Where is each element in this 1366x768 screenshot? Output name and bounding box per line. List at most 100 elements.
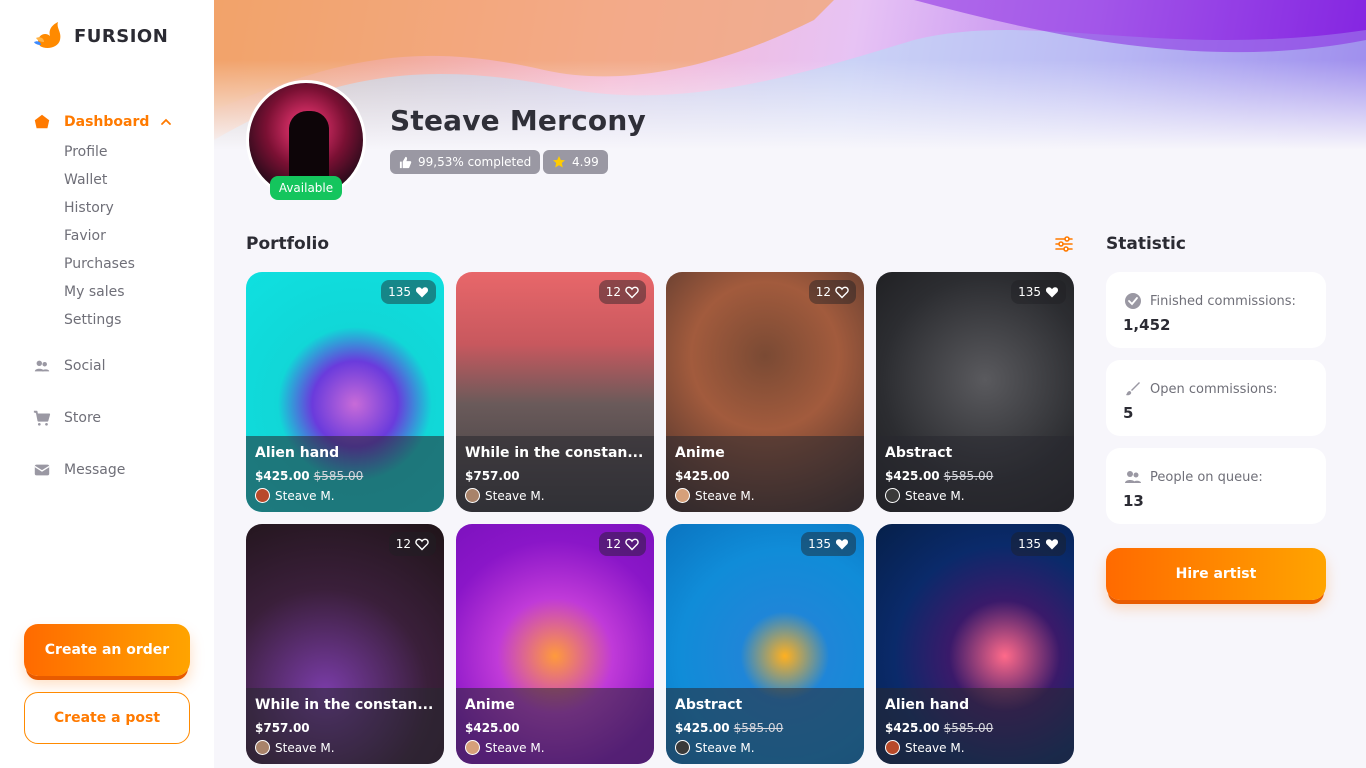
brand-name: FURSION	[74, 25, 169, 47]
sidebar-nav: Dashboard Profile Wallet History Favior …	[32, 110, 202, 482]
mail-icon	[32, 460, 52, 480]
portfolio-card[interactable]: 12 Anime $425.00 Steave M.	[456, 524, 654, 764]
card-price: $425.00	[885, 721, 940, 735]
sidebar-item-label: Store	[64, 410, 102, 426]
create-order-button[interactable]: Create an order	[24, 624, 190, 676]
like-badge[interactable]: 135	[1011, 532, 1066, 556]
sidebar-item-history[interactable]: History	[64, 194, 202, 222]
sidebar-item-wallet[interactable]: Wallet	[64, 166, 202, 194]
card-author[interactable]: Steave M.	[675, 740, 755, 755]
sidebar-item-purchases[interactable]: Purchases	[64, 250, 202, 278]
like-count: 135	[1018, 285, 1041, 299]
stat-value: 1,452	[1123, 316, 1171, 334]
filter-sliders-icon[interactable]	[1054, 234, 1074, 254]
like-badge[interactable]: 12	[598, 280, 646, 304]
logo[interactable]: FURSION	[32, 20, 168, 52]
like-badge[interactable]: 135	[801, 532, 856, 556]
statistic-title: Statistic	[1106, 234, 1186, 254]
stat-label: People on queue:	[1150, 470, 1263, 485]
card-price: $425.00	[885, 469, 940, 483]
sidebar-item-message[interactable]: Message	[32, 458, 202, 482]
card-author[interactable]: Steave M.	[885, 740, 965, 755]
card-price-row: $757.00	[465, 469, 520, 483]
stat-label: Open commissions:	[1150, 382, 1278, 397]
sidebar-item-settings[interactable]: Settings	[64, 306, 202, 334]
card-old-price: $585.00	[313, 469, 364, 483]
portfolio-card[interactable]: 135 Alien hand $425.00 $585.00 Steave M.	[246, 272, 444, 512]
sidebar: FURSION Dashboard Profile Wallet History…	[0, 0, 214, 768]
card-price: $757.00	[465, 469, 520, 483]
portfolio-card[interactable]: 135 Alien hand $425.00 $585.00 Steave M.	[876, 524, 1074, 764]
card-price: $425.00	[465, 721, 520, 735]
card-old-price: $585.00	[943, 721, 994, 735]
heart-icon[interactable]	[625, 537, 639, 551]
phoenix-logo-icon	[34, 22, 61, 48]
like-count: 135	[1018, 537, 1041, 551]
heart-icon[interactable]	[835, 537, 849, 551]
card-author[interactable]: Steave M.	[255, 740, 335, 755]
sidebar-item-store[interactable]: Store	[32, 406, 202, 430]
sidebar-item-social[interactable]: Social	[32, 354, 202, 378]
create-post-button[interactable]: Create a post	[24, 692, 190, 744]
card-price: $425.00	[675, 721, 730, 735]
sidebar-item-profile[interactable]: Profile	[64, 138, 202, 166]
stat-card-open: Open commissions: 5	[1106, 360, 1326, 436]
portfolio-card[interactable]: 135 Abstract $425.00 $585.00 Steave M.	[876, 272, 1074, 512]
status-badge: Available	[270, 176, 342, 200]
card-title: While in the constan...	[465, 445, 644, 461]
author-name: Steave M.	[485, 488, 545, 503]
hire-artist-button[interactable]: Hire artist	[1106, 548, 1326, 600]
heart-icon[interactable]	[1045, 537, 1059, 551]
like-count: 135	[388, 285, 411, 299]
card-title: Anime	[465, 697, 515, 713]
card-author[interactable]: Steave M.	[255, 488, 335, 503]
card-title: Abstract	[885, 445, 953, 461]
people-icon	[32, 356, 52, 376]
author-avatar	[255, 488, 270, 503]
card-title: Abstract	[675, 697, 743, 713]
like-badge[interactable]: 135	[1011, 280, 1066, 304]
card-author[interactable]: Steave M.	[885, 488, 965, 503]
sidebar-item-my-sales[interactable]: My sales	[64, 278, 202, 306]
heart-icon[interactable]	[415, 537, 429, 551]
card-price-row: $425.00 $585.00	[255, 469, 363, 483]
card-price-row: $757.00	[255, 721, 310, 735]
stat-card-finished: Finished commissions: 1,452	[1106, 272, 1326, 348]
author-avatar	[255, 740, 270, 755]
author-avatar	[675, 740, 690, 755]
cart-icon	[32, 408, 52, 428]
author-name: Steave M.	[695, 488, 755, 503]
card-author[interactable]: Steave M.	[465, 488, 545, 503]
portfolio-card[interactable]: 12 Anime $425.00 Steave M.	[666, 272, 864, 512]
sidebar-item-dashboard[interactable]: Dashboard	[32, 110, 202, 134]
portfolio-card[interactable]: 12 While in the constan... $757.00 Steave M…	[246, 524, 444, 764]
card-price: $757.00	[255, 721, 310, 735]
like-count: 12	[605, 285, 621, 299]
author-avatar	[885, 740, 900, 755]
portfolio-card[interactable]: 135 Abstract $425.00 $585.00 Steave M.	[666, 524, 864, 764]
chevron-up-icon[interactable]	[159, 115, 173, 129]
like-count: 12	[605, 537, 621, 551]
card-author[interactable]: Steave M.	[465, 740, 545, 755]
brush-icon	[1126, 382, 1140, 396]
heart-icon[interactable]	[625, 285, 639, 299]
like-badge[interactable]: 12	[598, 532, 646, 556]
heart-icon[interactable]	[835, 285, 849, 299]
card-author[interactable]: Steave M.	[675, 488, 755, 503]
like-badge[interactable]: 135	[381, 280, 436, 304]
check-circle-icon	[1125, 293, 1141, 309]
star-icon	[553, 156, 565, 168]
card-title: Alien hand	[885, 697, 970, 713]
stat-label: Finished commissions:	[1150, 294, 1296, 309]
completion-text: 99,53% completed	[418, 155, 532, 169]
banner-fade	[214, 60, 1366, 150]
portfolio-card[interactable]: 12 While in the constan... $757.00 Steave M…	[456, 272, 654, 512]
sidebar-item-favior[interactable]: Favior	[64, 222, 202, 250]
heart-icon[interactable]	[415, 285, 429, 299]
like-count: 12	[815, 285, 831, 299]
card-price: $425.00	[255, 469, 310, 483]
like-badge[interactable]: 12	[808, 280, 856, 304]
dashboard-submenu: Profile Wallet History Favior Purchases …	[32, 138, 202, 334]
like-badge[interactable]: 12	[388, 532, 436, 556]
heart-icon[interactable]	[1045, 285, 1059, 299]
